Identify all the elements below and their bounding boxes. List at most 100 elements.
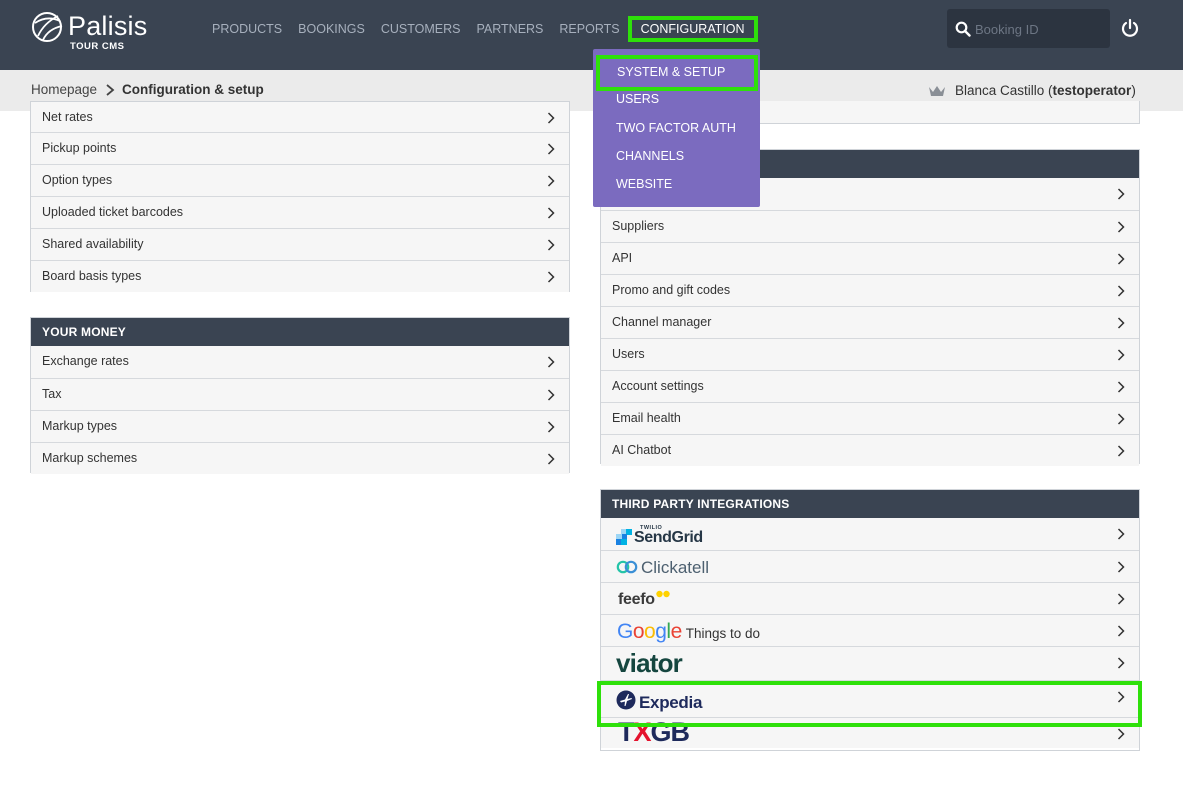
list-item-users[interactable]: Users <box>601 338 1139 370</box>
google-letter: o <box>644 619 656 643</box>
list-item-account-settings[interactable]: Account settings <box>601 370 1139 402</box>
expedia-name: Expedia <box>639 692 703 712</box>
top-navbar: Palisis TOUR CMS PRODUCTS BOOKINGS CUSTO… <box>0 0 1183 70</box>
feefo-name: feefo <box>618 590 655 608</box>
list-item-label: Email health <box>612 411 681 425</box>
list-item-net-rates[interactable]: Net rates <box>31 102 569 132</box>
list-item-api[interactable]: API <box>601 242 1139 274</box>
google-suffix: Things to do <box>685 625 761 641</box>
list-item-label: Tax <box>42 387 62 401</box>
chevron-right-icon <box>1117 253 1125 265</box>
txgb-letter: GB <box>650 717 690 747</box>
viator-logo: viator <box>616 648 683 678</box>
list-item-label: Net rates <box>42 110 93 124</box>
viator-name: viator <box>616 647 683 678</box>
power-icon[interactable] <box>1120 18 1140 38</box>
chevron-right-icon <box>1117 349 1125 361</box>
user-info[interactable]: Blanca Castillo (testoperator) <box>928 83 1136 98</box>
breadcrumb-home[interactable]: Homepage <box>31 82 97 97</box>
list-item-label: Markup schemes <box>42 451 138 465</box>
chevron-right-icon <box>1117 188 1125 200</box>
menu-item-users[interactable]: USERS <box>616 92 659 106</box>
list-item-uploaded-ticket-barcodes[interactable]: Uploaded ticket barcodes <box>31 196 569 228</box>
chevron-right-icon <box>1117 528 1125 540</box>
list-item-promo-gift-codes[interactable]: Promo and gift codes <box>601 274 1139 306</box>
list-item-label: Account settings <box>612 379 704 393</box>
chevron-right-icon <box>547 207 555 219</box>
nav-reports[interactable]: REPORTS <box>551 20 627 38</box>
txgb-logo: T X GB <box>618 718 690 747</box>
list-item-shared-availability[interactable]: Shared availability <box>31 228 569 260</box>
integration-expedia[interactable]: Expedia <box>601 680 1139 717</box>
clickatell-logo-icon <box>616 560 638 574</box>
txgb-letter: T <box>618 717 634 747</box>
configuration-dropdown-menu: SYSTEM & SETUP USERS TWO FACTOR AUTH CHA… <box>593 49 760 207</box>
list-item-label: Channel manager <box>612 315 712 329</box>
list-item-ai-chatbot[interactable]: AI Chatbot <box>601 434 1139 466</box>
txgb-letter: X <box>633 717 652 747</box>
menu-item-website[interactable]: WEBSITE <box>616 177 672 191</box>
list-item-pickup-points[interactable]: Pickup points <box>31 132 569 164</box>
integration-clickatell[interactable]: Clickatell <box>601 550 1139 582</box>
booking-id-input[interactable] <box>975 18 1103 40</box>
chevron-right-icon <box>1117 445 1125 457</box>
panel-title: YOUR MONEY <box>31 318 569 346</box>
list-item-label: AI Chatbot <box>612 443 672 457</box>
feefo-eyes-icon <box>656 590 670 598</box>
chevron-right-icon <box>1117 381 1125 393</box>
nav-configuration[interactable]: CONFIGURATION <box>627 16 758 42</box>
chevron-right-icon <box>1117 221 1125 233</box>
list-item-label: Shared availability <box>42 237 144 251</box>
nav-partners[interactable]: PARTNERS <box>468 20 551 38</box>
chevron-right-icon <box>547 175 555 187</box>
list-item-suppliers[interactable]: Suppliers <box>601 210 1139 242</box>
list-item-tax[interactable]: Tax <box>31 378 569 410</box>
chevron-right-icon <box>1117 625 1125 637</box>
list-item-label: Board basis types <box>42 269 142 283</box>
user-name: Blanca Castillo <box>955 83 1045 98</box>
integration-feefo[interactable]: feefo <box>601 582 1139 614</box>
globe-logo-icon <box>32 12 63 42</box>
chevron-right-icon <box>1117 657 1125 669</box>
list-item-exchange-rates[interactable]: Exchange rates <box>31 346 569 378</box>
sendgrid-twilio-text: TWILIO <box>640 524 663 531</box>
palisis-logo[interactable]: Palisis TOUR CMS <box>30 9 160 53</box>
your-money-panel: YOUR MONEY Exchange rates Tax Markup typ… <box>30 317 570 474</box>
menu-item-channels[interactable]: CHANNELS <box>616 149 684 163</box>
list-item-markup-types[interactable]: Markup types <box>31 410 569 442</box>
integration-sendgrid[interactable]: TWILIO SendGrid <box>601 518 1139 550</box>
chevron-right-icon <box>1117 561 1125 573</box>
google-logo: Google Things to do <box>617 619 760 643</box>
list-item-label: Users <box>612 347 645 361</box>
google-letter: g <box>655 619 667 643</box>
chevron-right-icon <box>547 389 555 401</box>
booking-search <box>947 9 1110 48</box>
list-item-label: Exchange rates <box>42 354 129 368</box>
integration-google-things-to-do[interactable]: Google Things to do <box>601 614 1139 646</box>
menu-item-two-factor-auth[interactable]: TWO FACTOR AUTH <box>616 121 736 135</box>
list-item-label: Promo and gift codes <box>612 283 731 297</box>
nav-customers[interactable]: CUSTOMERS <box>373 20 469 38</box>
chevron-right-icon <box>1117 728 1125 740</box>
list-item-email-health[interactable]: Email health <box>601 402 1139 434</box>
expedia-logo: Expedia <box>616 688 702 712</box>
integrations-panel: THIRD PARTY INTEGRATIONS TWILIO SendGrid <box>600 489 1140 751</box>
expedia-plane-icon <box>616 690 636 710</box>
chevron-right-icon <box>1117 593 1125 605</box>
chevron-right-icon <box>547 239 555 251</box>
list-item-label: Suppliers <box>612 219 665 233</box>
crown-icon <box>929 85 945 96</box>
list-item-channel-manager[interactable]: Channel manager <box>601 306 1139 338</box>
main-nav: PRODUCTS BOOKINGS CUSTOMERS PARTNERS REP… <box>204 16 758 42</box>
nav-bookings[interactable]: BOOKINGS <box>290 20 373 38</box>
menu-item-system-setup[interactable]: SYSTEM & SETUP <box>596 55 758 91</box>
nav-products[interactable]: PRODUCTS <box>204 20 290 38</box>
integration-txgb[interactable]: T X GB <box>601 717 1139 748</box>
integration-viator[interactable]: viator <box>601 646 1139 680</box>
chevron-right-icon <box>106 84 115 96</box>
list-item-markup-schemes[interactable]: Markup schemes <box>31 442 569 474</box>
list-item-board-basis-types[interactable]: Board basis types <box>31 260 569 292</box>
list-item-option-types[interactable]: Option types <box>31 164 569 196</box>
logo-subtitle: TOUR CMS <box>70 41 125 52</box>
list-item-label: Markup types <box>42 419 118 433</box>
